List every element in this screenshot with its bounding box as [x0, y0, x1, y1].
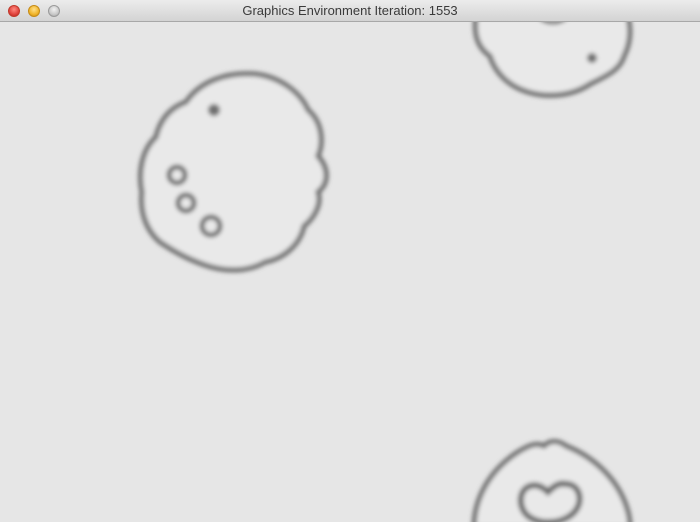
app-window: Graphics Environment Iteration: 1553	[0, 0, 700, 522]
window-title: Graphics Environment Iteration: 1553	[242, 3, 458, 18]
title-bar[interactable]: Graphics Environment Iteration: 1553	[0, 0, 700, 22]
cell-1	[138, 71, 329, 273]
environment-drawing	[138, 13, 633, 522]
graphics-canvas[interactable]	[0, 13, 700, 522]
cell-2	[472, 13, 633, 98]
cell-3	[471, 439, 633, 522]
